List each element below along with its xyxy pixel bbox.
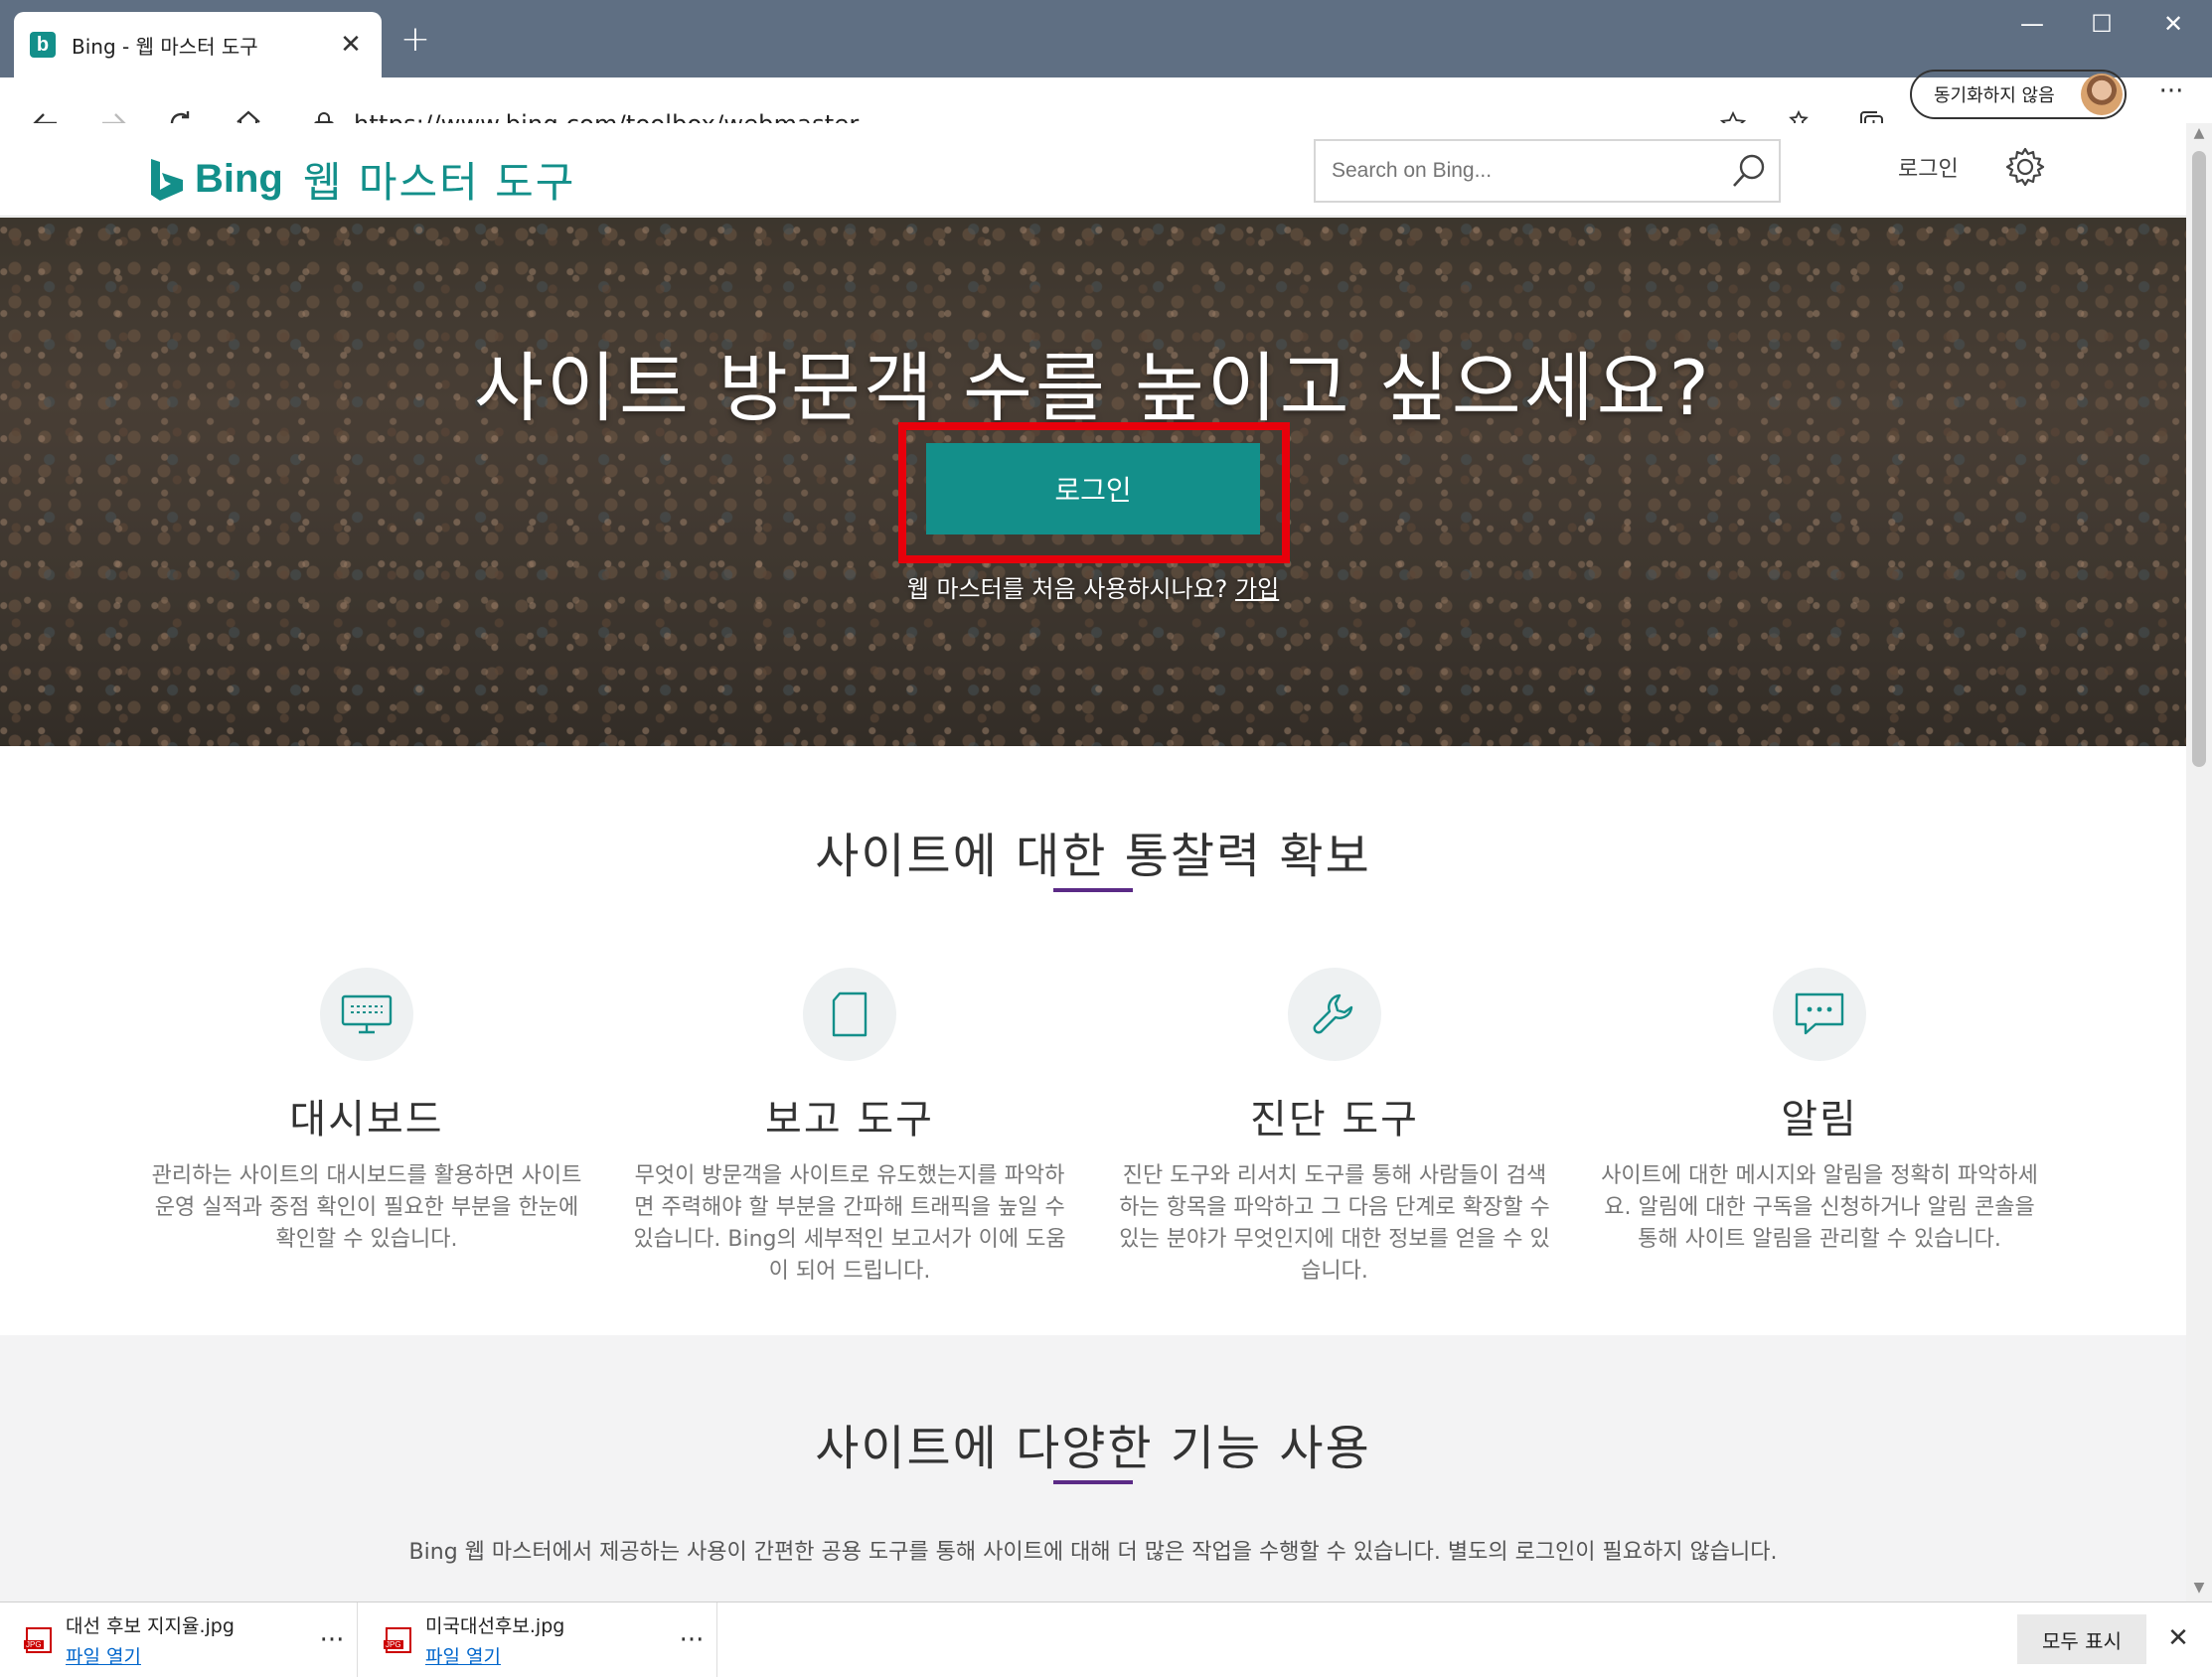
download-filename: 미국대선후보.jpg bbox=[425, 1614, 565, 1637]
site-title: 웹 마스터 도구 bbox=[302, 158, 576, 207]
show-all-downloads-button[interactable]: 모두 표시 bbox=[2017, 1614, 2146, 1664]
hero-title: 사이트 방문객 수를 높이고 싶으세요? bbox=[474, 344, 1712, 432]
open-file-link[interactable]: 파일 열기 bbox=[66, 1642, 307, 1669]
feature-description: 진단 도구와 리서치 도구를 통해 사람들이 검색하는 항목을 파악하고 그 다… bbox=[1119, 1163, 1550, 1284]
feature-reports: 보고 도구 무엇이 방문객을 사이트로 유도했는지를 파악하면 주력해야 할 부… bbox=[626, 968, 1073, 1288]
tab-title: Bing - 웹 마스터 도구 bbox=[72, 34, 258, 59]
open-file-link[interactable]: 파일 열기 bbox=[425, 1642, 667, 1669]
bing-favicon-icon: b bbox=[30, 32, 56, 58]
profile-avatar bbox=[2081, 74, 2123, 115]
window-close-icon[interactable]: ✕ bbox=[2138, 0, 2208, 48]
monitor-icon bbox=[320, 968, 413, 1061]
jpg-file-icon: JPG bbox=[384, 1626, 411, 1653]
webpage: Bing 웹 마스터 도구 로그인 사이트 방문객 수를 높이고 싶으세요? 로… bbox=[0, 123, 2186, 1601]
sync-status-label: 동기화하지 않음 bbox=[1934, 85, 2055, 106]
hero-banner: 사이트 방문객 수를 높이고 싶으세요? 로그인 웹 마스터를 처음 사용하시나… bbox=[0, 218, 2186, 746]
tab-close-icon[interactable]: ✕ bbox=[336, 30, 366, 60]
new-tab-button[interactable]: + bbox=[394, 18, 437, 62]
signup-prompt: 웹 마스터를 처음 사용하시나요? 가입 bbox=[0, 569, 2186, 604]
jpg-file-icon: JPG bbox=[24, 1626, 52, 1653]
profile-sync-button[interactable]: 동기화하지 않음 bbox=[1910, 70, 2127, 119]
header-login-link[interactable]: 로그인 bbox=[1898, 151, 1959, 183]
feature-description: 무엇이 방문객을 사이트로 유도했는지를 파악하면 주력해야 할 부분을 간파해… bbox=[633, 1163, 1066, 1284]
feature-description: 사이트에 대한 메시지와 알림을 정확히 파악하세요. 알림에 대한 구독을 신… bbox=[1601, 1163, 2038, 1252]
signup-link[interactable]: 가입 bbox=[1235, 575, 1279, 603]
scroll-up-icon[interactable]: ▲ bbox=[2186, 125, 2212, 145]
page-scrollbar[interactable]: ▲ ▼ bbox=[2186, 123, 2212, 1601]
feature-description: 관리하는 사이트의 대시보드를 활용하면 사이트 운영 실적과 중점 확인이 필… bbox=[151, 1163, 582, 1252]
chat-icon bbox=[1773, 968, 1866, 1061]
feature-alerts: 알림 사이트에 대한 메시지와 알림을 정확히 파악하세요. 알림에 대한 구독… bbox=[1596, 968, 2043, 1256]
search-icon[interactable] bbox=[1719, 151, 1779, 191]
tools-section: 사이트에 다양한 기능 사용 Bing 웹 마스터에서 제공하는 사용이 간편한… bbox=[0, 1335, 2186, 1601]
browser-titlebar: b Bing - 웹 마스터 도구 ✕ + — ☐ ✕ bbox=[0, 0, 2212, 77]
search-input[interactable] bbox=[1332, 159, 1719, 183]
site-header: Bing 웹 마스터 도구 로그인 bbox=[0, 123, 2186, 217]
browser-tab[interactable]: b Bing - 웹 마스터 도구 ✕ bbox=[14, 12, 382, 77]
scroll-down-icon[interactable]: ▼ bbox=[2186, 1580, 2212, 1600]
document-icon bbox=[803, 968, 896, 1061]
brand-name: Bing bbox=[195, 157, 283, 201]
download-more-button[interactable]: ··· bbox=[667, 1625, 716, 1655]
insights-section-title: 사이트에 대한 통찰력 확보 bbox=[815, 829, 1371, 884]
download-item[interactable]: JPG 미국대선후보.jpg 파일 열기 ··· bbox=[360, 1602, 717, 1677]
wrench-icon bbox=[1288, 968, 1381, 1061]
download-more-button[interactable]: ··· bbox=[307, 1625, 357, 1655]
feature-dashboard: 대시보드 관리하는 사이트의 대시보드를 활용하면 사이트 운영 실적과 중점 … bbox=[143, 968, 590, 1256]
scroll-thumb[interactable] bbox=[2192, 151, 2206, 767]
bing-webmaster-logo[interactable]: Bing 웹 마스터 도구 bbox=[149, 149, 575, 210]
signup-prompt-text: 웹 마스터를 처음 사용하시나요? bbox=[906, 575, 1228, 603]
tools-title-underline bbox=[1053, 1480, 1133, 1484]
downloads-bar: JPG 대선 후보 지지율.jpg 파일 열기 ··· JPG 미국대선후보.j… bbox=[0, 1601, 2212, 1677]
download-item[interactable]: JPG 대선 후보 지지율.jpg 파일 열기 ··· bbox=[0, 1602, 358, 1677]
feature-title: 보고 도구 bbox=[765, 1097, 934, 1143]
download-filename: 대선 후보 지지율.jpg bbox=[66, 1614, 235, 1637]
bing-search-box[interactable] bbox=[1314, 139, 1781, 203]
browser-menu-button[interactable]: ··· bbox=[2146, 70, 2196, 119]
minimize-icon[interactable]: — bbox=[1997, 0, 2067, 48]
feature-title: 대시보드 bbox=[289, 1097, 444, 1143]
insights-title-underline bbox=[1053, 888, 1133, 892]
feature-diagnostics: 진단 도구 진단 도구와 리서치 도구를 통해 사람들이 검색하는 항목을 파악… bbox=[1111, 968, 1558, 1288]
tools-section-description: Bing 웹 마스터에서 제공하는 사용이 간편한 공용 도구를 통해 사이트에… bbox=[408, 1540, 1778, 1565]
bing-logo-icon bbox=[151, 158, 183, 201]
maximize-icon[interactable]: ☐ bbox=[2067, 0, 2136, 48]
downloads-close-icon[interactable]: ✕ bbox=[2158, 1616, 2198, 1660]
feature-title: 진단 도구 bbox=[1250, 1097, 1419, 1143]
tools-section-title: 사이트에 다양한 기능 사용 bbox=[815, 1421, 1371, 1476]
feature-title: 알림 bbox=[1781, 1097, 1858, 1143]
hero-login-button[interactable]: 로그인 bbox=[926, 443, 1260, 534]
gear-icon[interactable] bbox=[2003, 145, 2047, 189]
